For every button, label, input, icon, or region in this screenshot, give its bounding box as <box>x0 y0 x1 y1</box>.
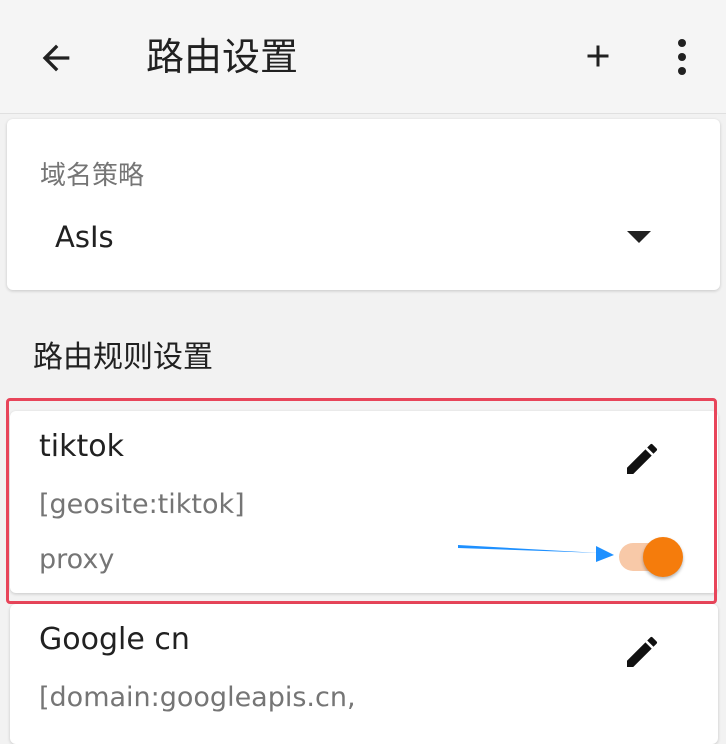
domain-strategy-card: 域名策略 AsIs <box>7 119 720 290</box>
rule-card-google-cn[interactable]: Google cn [domain:googleapis.cn, <box>10 604 718 744</box>
edit-pencil-icon[interactable] <box>622 632 662 672</box>
routing-rules-section-title: 路由规则设置 <box>33 340 213 375</box>
app-bar: 路由设置 <box>0 0 726 114</box>
more-vert-icon[interactable] <box>672 38 692 76</box>
plus-icon[interactable] <box>580 38 616 74</box>
annotation-arrow-icon <box>458 545 614 562</box>
arrow-back-icon[interactable] <box>36 38 76 78</box>
dropdown-caret-icon[interactable] <box>627 231 651 245</box>
domain-strategy-label: 域名策略 <box>40 161 145 191</box>
page-title: 路由设置 <box>146 35 299 79</box>
rule-name: Google cn <box>39 622 190 657</box>
rule-domain: [domain:googleapis.cn, <box>39 682 356 713</box>
highlight-annotation-box <box>6 398 717 604</box>
domain-strategy-dropdown[interactable]: AsIs <box>55 220 114 254</box>
